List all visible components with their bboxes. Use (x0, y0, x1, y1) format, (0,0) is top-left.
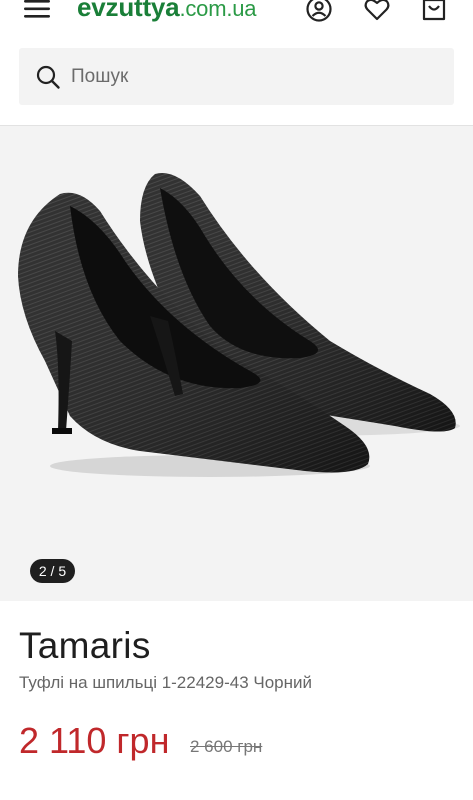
search-input[interactable] (71, 48, 441, 105)
product-price: 2 110 грн (19, 720, 170, 761)
cart-icon[interactable] (420, 0, 452, 26)
menu-icon[interactable] (24, 0, 54, 22)
logo-brand: evzuttya (77, 0, 180, 22)
product-gallery[interactable]: 2 / 5 (0, 126, 473, 601)
search-bar[interactable] (19, 48, 454, 105)
product-old-price: 2 600 грн (190, 737, 263, 756)
site-logo[interactable]: evzuttya.com.ua (77, 0, 257, 23)
account-icon[interactable] (304, 0, 336, 26)
search-icon[interactable] (35, 64, 61, 90)
gallery-counter: 2 / 5 (30, 559, 75, 583)
product-title: Туфлі на шпильці 1-22429-43 Чорний (19, 673, 312, 692)
product-image (18, 172, 460, 477)
product-brand[interactable]: Tamaris (19, 625, 151, 667)
top-header: evzuttya.com.ua (0, 0, 473, 34)
logo-tld: .com.ua (179, 0, 257, 21)
heart-icon[interactable] (362, 0, 394, 26)
